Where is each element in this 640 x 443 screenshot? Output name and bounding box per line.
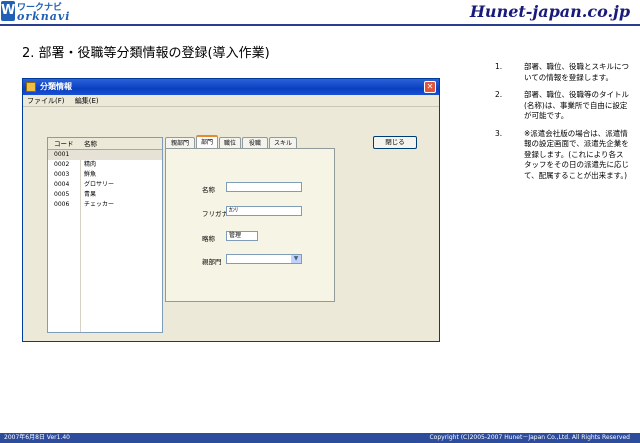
note-text: ※派遣会社版の場合は、派遣情報の設定画面で、派遣先企業を登録します。(これにより… (524, 128, 629, 180)
tab-skill[interactable]: スキル (269, 137, 297, 148)
row-code: 0003 (54, 171, 70, 178)
column-header-name[interactable]: 名称 (84, 138, 97, 150)
row-code: 0005 (54, 191, 70, 198)
menu-file[interactable]: ファイル(F) (27, 97, 65, 105)
notes-list: 1. 部署、職位、役職とスキルについての情報を登録します。 2. 部署、職位、役… (495, 62, 630, 188)
note-number: 3. (495, 128, 503, 138)
category-info-window: 分類情報 ✕ ファイル(F) 編集(E) コード 名称 0001 0002 精肉… (22, 78, 440, 342)
window-title: 分類情報 (40, 82, 72, 91)
workNavi-logo: W ワークナビ orknavi (0, 0, 72, 26)
note-number: 2. (495, 90, 503, 99)
brand-domain: Hunet-japan.co.jp (469, 2, 630, 21)
row-code: 0001 (54, 151, 70, 158)
parent-department-select[interactable]: ▼ (226, 254, 302, 264)
row-name: 青果 (84, 191, 97, 198)
footer-date-version: 2007年6月8日 Ver1.40 (4, 434, 70, 441)
kana-input[interactable]: ｶﾝﾘ (226, 206, 302, 216)
short-name-label: 略称 (202, 235, 215, 243)
list-row[interactable]: 0002 精肉 (48, 160, 162, 170)
tab-department[interactable]: 部門 (196, 135, 218, 148)
tab-position[interactable]: 職位 (219, 137, 241, 148)
row-code: 0002 (54, 161, 70, 168)
footer-copyright: Copyright (C)2005-2007 Hunet－Japan Co.,L… (429, 434, 630, 441)
row-name: チェッカー (84, 201, 115, 208)
department-tab-panel: 名称 フリガナ ｶﾝﾘ 略称 管理 親部門 ▼ (165, 148, 335, 302)
category-list[interactable]: コード 名称 0001 0002 精肉 0003 鮮魚 0004 グロサリー 0… (47, 137, 163, 333)
list-item: 2. 部署、職位、役職等のタイトル(名称)は、事業所で自由に設定が可能です。 (495, 90, 630, 122)
list-item: 1. 部署、職位、役職とスキルについての情報を登録します。 (495, 62, 630, 83)
name-input[interactable] (226, 182, 302, 192)
window-close-button[interactable]: ✕ (424, 81, 436, 93)
page-title: 2. 部署・役職等分類情報の登録(導入作業) (22, 46, 270, 61)
list-row[interactable]: 0003 鮮魚 (48, 170, 162, 180)
short-name-input[interactable]: 管理 (226, 231, 258, 241)
note-number: 1. (495, 62, 503, 71)
row-name: 精肉 (84, 161, 97, 168)
close-button[interactable]: 閉じる (373, 136, 417, 149)
list-row[interactable]: 0006 チェッカー (48, 200, 162, 210)
window-app-icon (26, 82, 36, 92)
menubar: ファイル(F) 編集(E) (23, 95, 439, 107)
note-text: 部署、職位、役職とスキルについての情報を登録します。 (524, 62, 629, 82)
logo-w-mark: W (1, 1, 15, 21)
list-row[interactable]: 0005 青果 (48, 190, 162, 200)
logo-wordmark: orknavi (17, 10, 71, 23)
row-name: グロサリー (84, 181, 115, 188)
row-code: 0006 (54, 201, 70, 208)
note-text: 部署、職位、役職等のタイトル(名称)は、事業所で自由に設定が可能です。 (524, 90, 629, 120)
window-titlebar[interactable]: 分類情報 ✕ (23, 79, 439, 95)
list-row[interactable]: 0001 (48, 150, 162, 160)
row-code: 0004 (54, 181, 70, 188)
list-header: コード 名称 (48, 138, 162, 150)
header-rule (0, 24, 640, 26)
parent-department-label: 親部門 (202, 258, 222, 266)
column-header-code[interactable]: コード (54, 138, 74, 150)
name-label: 名称 (202, 186, 215, 194)
list-row[interactable]: 0004 グロサリー (48, 180, 162, 190)
row-name: 鮮魚 (84, 171, 97, 178)
menu-edit[interactable]: 編集(E) (75, 97, 99, 105)
chevron-down-icon[interactable]: ▼ (291, 255, 301, 263)
list-item: 3. ※派遣会社版の場合は、派遣情報の設定画面で、派遣先企業を登録します。(これ… (495, 129, 630, 182)
kana-label: フリガナ (202, 210, 228, 218)
footer-bar: 2007年6月8日 Ver1.40 Copyright (C)2005-2007… (0, 433, 640, 443)
tab-title[interactable]: 役職 (242, 137, 268, 148)
tab-parent-department[interactable]: 親部門 (165, 137, 195, 148)
